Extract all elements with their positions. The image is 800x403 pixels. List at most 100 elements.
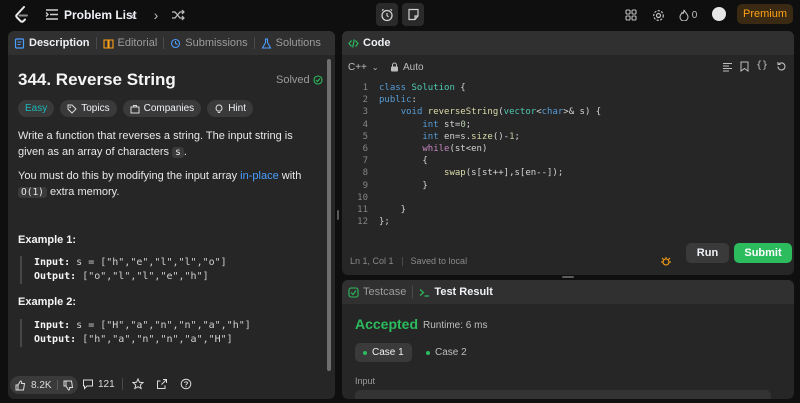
description-paragraph-2: You must do this by modifying the input … — [18, 170, 302, 198]
tab-code[interactable]: Code — [342, 31, 397, 55]
flask-icon — [261, 37, 272, 49]
notes-button[interactable] — [402, 3, 424, 26]
code-line: 2 public: — [362, 95, 417, 106]
verdict-label: Accepted — [355, 316, 419, 332]
flame-icon — [679, 9, 689, 21]
editor-toolbar: C++ ⌄ Auto {} — [342, 55, 794, 79]
hint-button[interactable]: Hint — [207, 100, 253, 117]
inline-code: s — [172, 147, 184, 158]
premium-button[interactable]: Premium — [737, 4, 793, 24]
status-dot — [363, 350, 367, 355]
code-line: 1 class Solution { — [362, 83, 466, 93]
description-icon — [14, 37, 25, 49]
chevron-left-icon[interactable]: ‹ — [126, 7, 140, 23]
history-icon — [171, 38, 181, 48]
braces-icon[interactable]: {} — [756, 60, 768, 71]
terminal-icon — [420, 288, 430, 297]
example-2-block: Input: s = ["H","a","n","n","a","h"] Out… — [20, 319, 310, 347]
comment-icon[interactable] — [82, 378, 94, 390]
book-icon — [102, 38, 114, 49]
tab-test-result[interactable]: Test Result — [413, 280, 498, 304]
timer-button[interactable] — [376, 3, 398, 26]
thumbs-down-icon[interactable] — [63, 380, 74, 391]
example-1-block: Input: s = ["h","e","l","l","o"] Output:… — [20, 256, 310, 284]
tag-icon — [67, 104, 77, 114]
vertical-resize-handle[interactable] — [337, 210, 339, 220]
tab-description[interactable]: Description — [8, 31, 96, 55]
comment-count: 121 — [98, 379, 115, 390]
description-panel: Description Editorial Submissions Soluti… — [8, 31, 335, 399]
chevron-right-icon[interactable]: › — [149, 7, 163, 23]
example-1-title: Example 1: — [18, 234, 77, 246]
divider — [122, 378, 123, 390]
code-line: 11 } — [357, 205, 407, 215]
list-icon[interactable] — [45, 8, 59, 21]
tab-solutions[interactable]: Solutions — [255, 31, 327, 55]
topics-button[interactable]: Topics — [60, 100, 117, 117]
companies-button[interactable]: Companies — [122, 100, 202, 117]
format-icon[interactable] — [722, 62, 733, 72]
lightbulb-icon — [215, 103, 223, 113]
problem-title: 344. Reverse String — [18, 70, 176, 89]
runtime-label: Runtime: 6 ms — [423, 320, 488, 331]
code-line: 4 int st=0; — [362, 119, 472, 130]
tab-editorial[interactable]: Editorial — [97, 31, 164, 55]
grid-icon[interactable] — [623, 7, 639, 23]
streak-counter[interactable]: 0 — [677, 7, 699, 23]
lock-icon — [391, 62, 398, 72]
top-nav-bar: Problem List ‹ › 0 Premium — [0, 0, 800, 30]
code-line: 8 swap(s[st++],s[en--]); — [362, 168, 564, 179]
thumbs-up-icon[interactable] — [15, 379, 26, 391]
example-2-title: Example 2: — [18, 296, 77, 308]
save-status: Saved to local — [410, 256, 468, 266]
tag-row: Easy Topics Companies Hint — [18, 100, 259, 117]
debug-icon[interactable] — [660, 255, 672, 267]
inline-code: O(1) — [18, 187, 47, 198]
editor-status: Ln 1, Col 1 Saved to local — [350, 256, 467, 266]
tab-testcase[interactable]: Testcase — [342, 280, 412, 304]
auto-mode[interactable]: Auto — [390, 62, 424, 73]
code-line: 3 void reverseString(vector<char>& s) { — [362, 107, 602, 118]
result-panel: Testcase Test Result Accepted Runtime: 6… — [342, 280, 794, 399]
description-paragraph-1: Write a function that reverses a string.… — [18, 130, 293, 158]
status-dot — [426, 350, 430, 355]
case-2-button[interactable]: Case 2 — [418, 343, 475, 362]
chevron-down-icon: ⌄ — [371, 62, 379, 72]
input-label: Input — [355, 376, 376, 386]
horizontal-resize-handle[interactable] — [562, 276, 574, 278]
code-tab-bar: Code — [342, 31, 794, 55]
run-button[interactable]: Run — [686, 243, 729, 263]
tab-submissions[interactable]: Submissions — [164, 31, 253, 55]
bookmark-icon[interactable] — [740, 61, 749, 72]
leetcode-logo[interactable] — [14, 6, 30, 24]
cursor-position: Ln 1, Col 1 — [350, 256, 394, 266]
gear-icon[interactable] — [650, 7, 666, 23]
divider — [401, 256, 403, 266]
case-1-button[interactable]: Case 1 — [355, 343, 412, 362]
divider — [56, 380, 58, 390]
submit-button[interactable]: Submit — [734, 243, 792, 263]
help-icon[interactable] — [180, 378, 192, 390]
left-tab-bar: Description Editorial Submissions Soluti… — [8, 31, 335, 55]
reset-icon[interactable] — [776, 61, 787, 72]
solved-badge: Solved — [276, 74, 323, 86]
star-icon[interactable] — [132, 378, 144, 390]
like-dislike-group: 8.2K — [10, 376, 78, 394]
code-line: 5 int en=s.size()-1; — [362, 131, 520, 142]
like-count: 8.2K — [31, 379, 52, 391]
scrollbar[interactable] — [327, 59, 331, 371]
share-icon[interactable] — [156, 378, 168, 390]
check-circle-icon — [313, 75, 323, 85]
avatar[interactable] — [712, 7, 726, 21]
shuffle-icon[interactable] — [171, 9, 185, 21]
input-value-box — [355, 390, 771, 399]
code-line: 6 while(st<en) — [362, 144, 488, 154]
note-icon — [407, 8, 419, 21]
code-icon — [348, 38, 359, 48]
in-place-link[interactable]: in-place — [240, 170, 279, 182]
code-panel: Code C++ ⌄ Auto {} 1 class Solution { 2 pu… — [342, 31, 794, 275]
building-icon — [130, 104, 140, 113]
problem-footer: 8.2K 121 — [8, 369, 335, 399]
language-select[interactable]: C++ ⌄ — [348, 62, 379, 73]
difficulty-badge: Easy — [18, 100, 55, 117]
